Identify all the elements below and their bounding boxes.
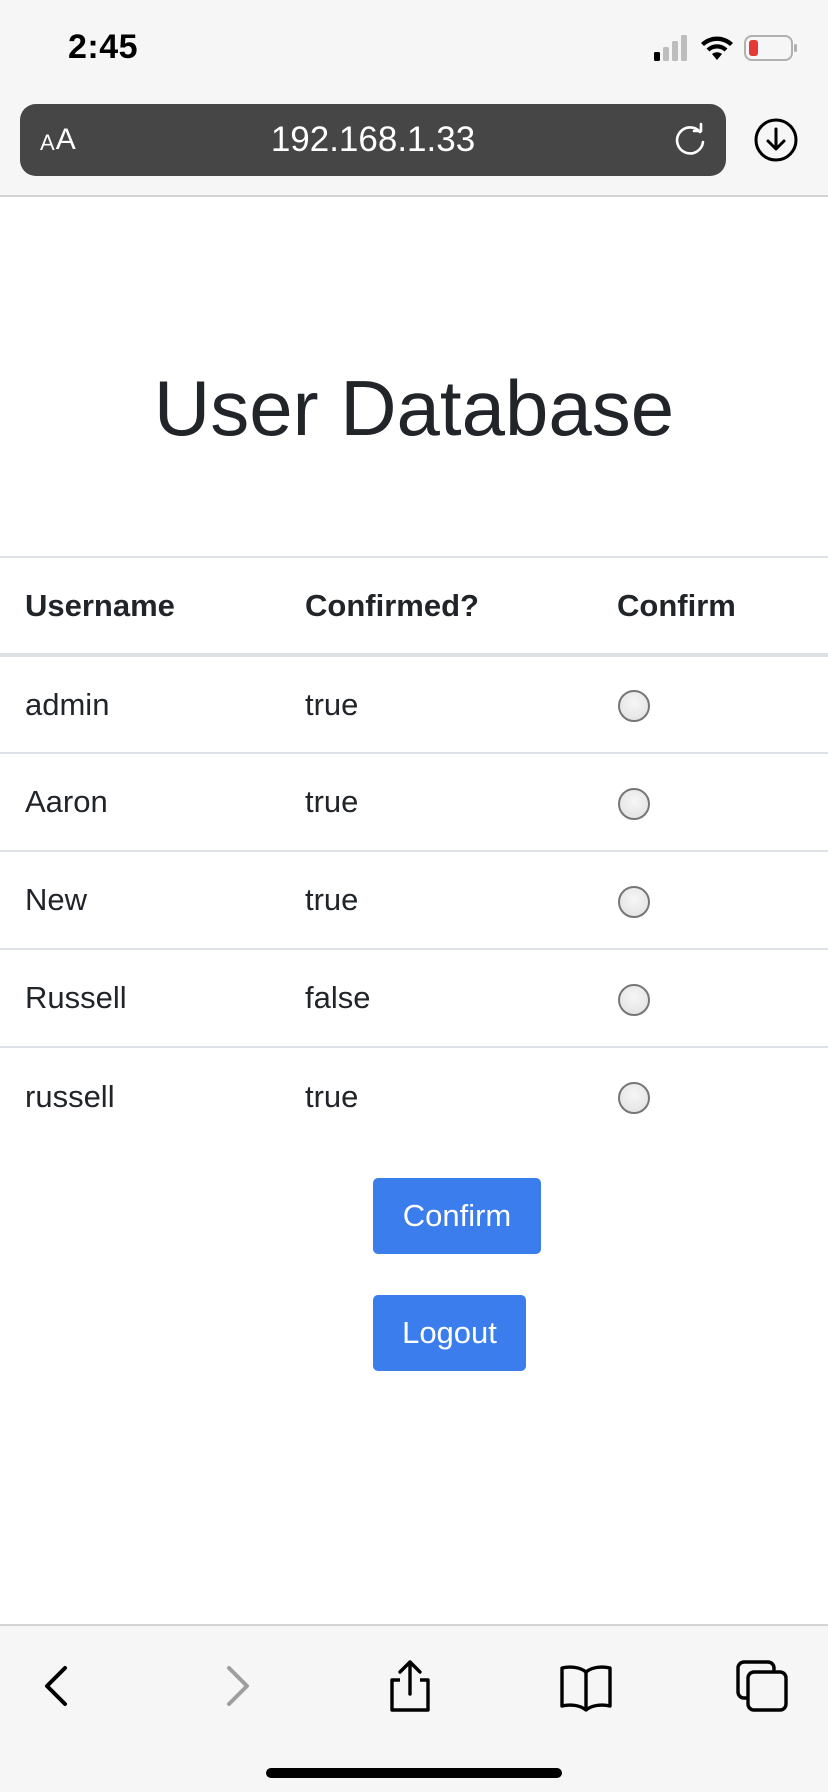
table-header-row: Username Confirmed? Confirm [0, 557, 828, 655]
username-cell: admin [25, 686, 110, 722]
home-indicator [266, 1768, 562, 1778]
table-row: Russell false [0, 949, 828, 1047]
confirm-cell [592, 655, 828, 753]
user-table: Username Confirmed? Confirm admin true A… [0, 556, 828, 1145]
address-bar[interactable]: A A 192.168.1.33 [20, 104, 726, 176]
signal-icon [654, 34, 690, 66]
confirm-radio[interactable] [618, 787, 650, 820]
back-icon[interactable] [30, 1658, 86, 1714]
browser-chrome: A A 192.168.1.33 [0, 100, 828, 197]
table-row: Aaron true [0, 753, 828, 851]
confirm-cell [592, 851, 828, 949]
username-cell: russell [25, 1078, 115, 1114]
status-icons [654, 34, 798, 66]
username-cell: Aaron [25, 784, 108, 819]
battery-icon [744, 34, 798, 66]
table-row: admin true [0, 655, 828, 753]
username-cell: Russell [25, 980, 127, 1015]
url-text[interactable]: 192.168.1.33 [20, 104, 726, 176]
confirm-button[interactable]: Confirm [373, 1178, 541, 1254]
header-confirmed: Confirmed? [305, 587, 479, 623]
header-username: Username [25, 587, 175, 623]
confirmed-cell: true [305, 1078, 359, 1114]
confirm-cell [592, 1047, 828, 1145]
confirm-radio[interactable] [618, 885, 650, 918]
wifi-icon [700, 35, 734, 66]
confirm-radio[interactable] [618, 1082, 650, 1115]
browser-toolbar [0, 1624, 828, 1792]
confirmed-cell: true [305, 882, 359, 917]
reload-icon[interactable] [670, 120, 710, 160]
logout-button[interactable]: Logout [373, 1295, 526, 1371]
confirm-cell [592, 949, 828, 1047]
download-icon[interactable] [752, 116, 800, 164]
table-row: russell true [0, 1047, 828, 1145]
share-icon[interactable] [382, 1658, 438, 1714]
bookmarks-icon[interactable] [558, 1658, 614, 1714]
status-bar: 2:45 [0, 0, 828, 100]
status-time: 2:45 [68, 28, 139, 66]
confirm-radio[interactable] [618, 690, 650, 723]
page-content: User Database Username Confirmed? Confir… [0, 198, 828, 1624]
confirmed-cell: false [305, 980, 371, 1015]
header-confirm: Confirm [617, 587, 736, 623]
forward-icon[interactable] [208, 1658, 264, 1714]
confirmed-cell: true [305, 784, 359, 819]
page-title: User Database [153, 364, 675, 452]
confirmed-cell: true [305, 686, 359, 722]
tabs-icon[interactable] [734, 1658, 790, 1714]
confirm-radio[interactable] [618, 983, 650, 1016]
username-cell: New [25, 882, 88, 917]
confirm-cell [592, 753, 828, 851]
table-row: New true [0, 851, 828, 949]
